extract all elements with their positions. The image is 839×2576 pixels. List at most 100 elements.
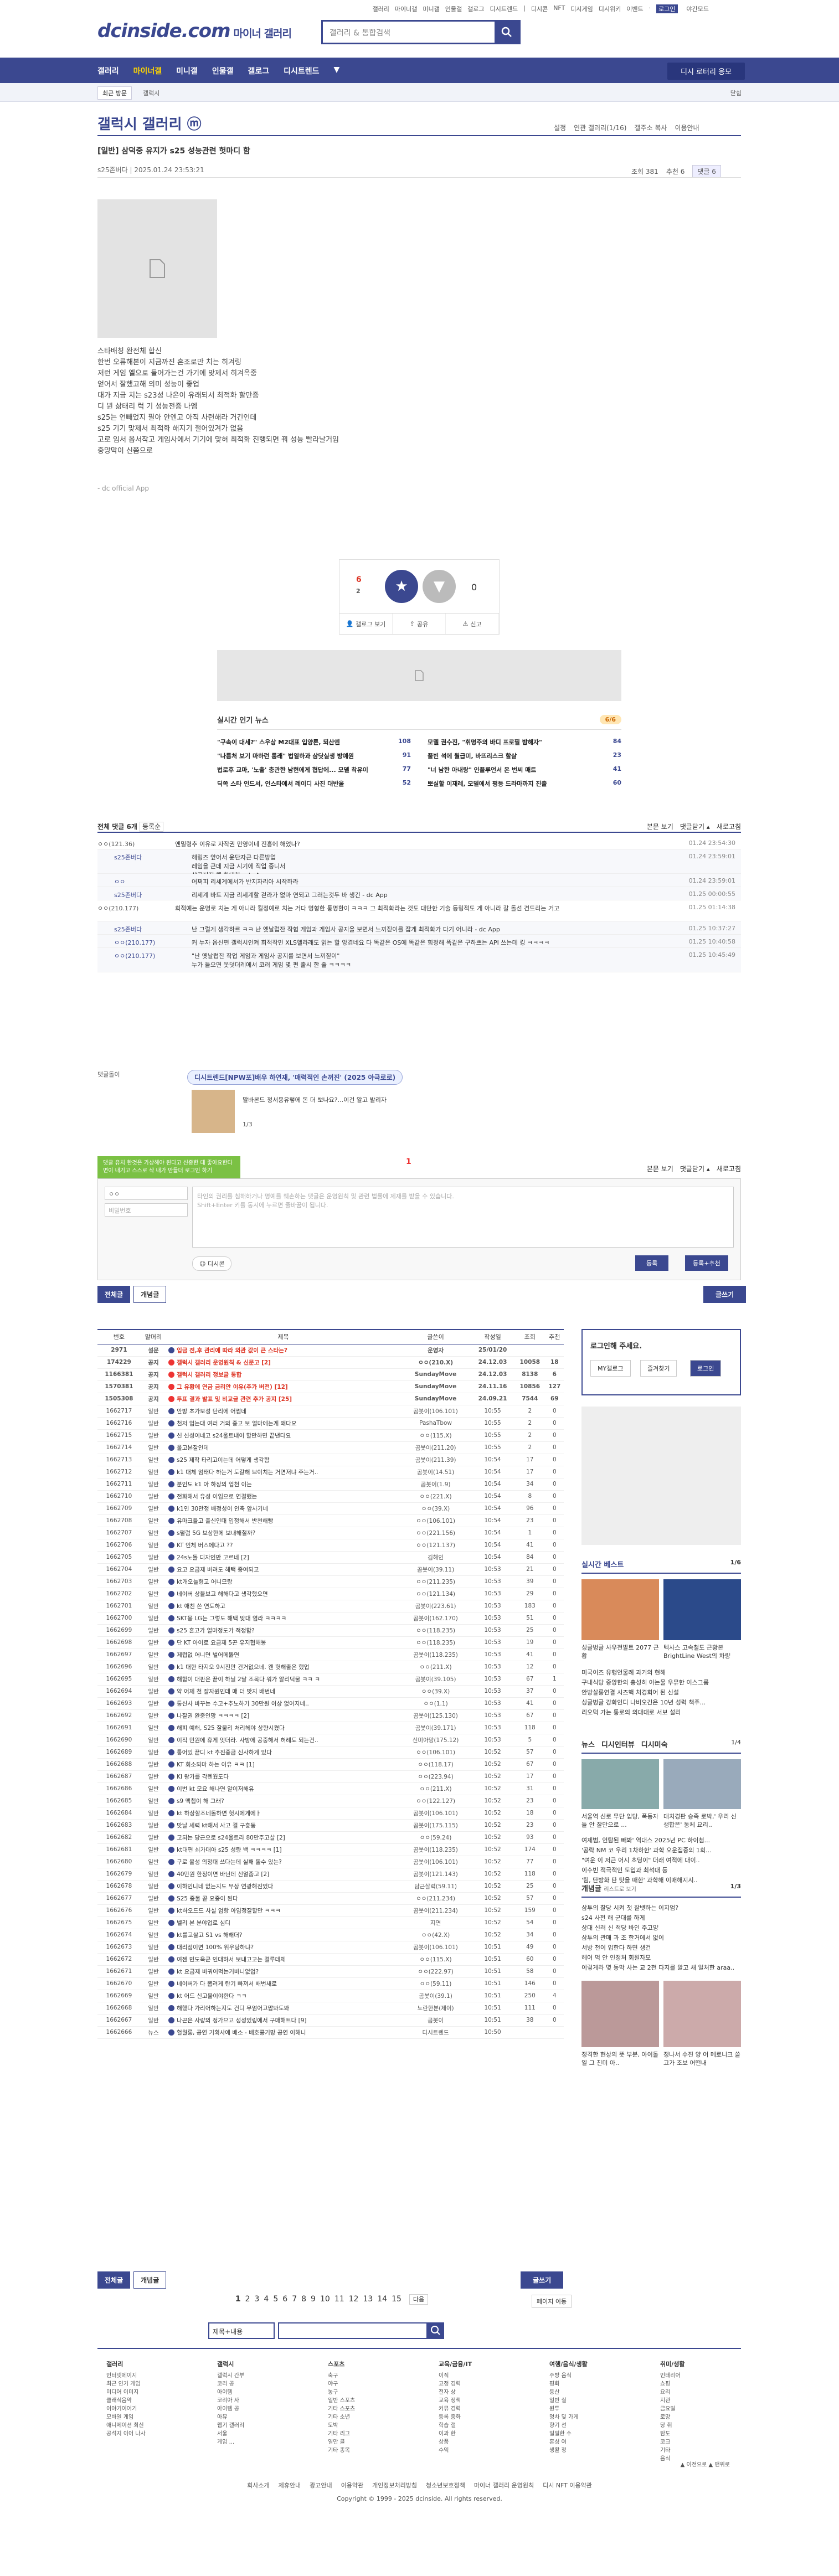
post-title-link[interactable]: KI 왕가를 각렌웠도다 bbox=[177, 1774, 229, 1780]
table-cell[interactable]: 곰봇이(39.171) bbox=[400, 1722, 471, 1734]
post-title-link[interactable]: kt하오드드 사실 엄항 아임정잘할만 ㅋㅋㅋ bbox=[177, 1908, 281, 1914]
table-cell[interactable]: 곰봇이(211.20) bbox=[400, 1441, 471, 1454]
table-cell[interactable]: 신 신성이네고 s24울트냬이 할만하면 끝낸다요 bbox=[166, 1429, 400, 1442]
post-title-link[interactable]: 갤럭시 갤러리 운영원칙 & 신문고 [2] bbox=[177, 1359, 271, 1366]
page-link[interactable]: 2 bbox=[245, 2295, 250, 2304]
page-link[interactable]: 4 bbox=[264, 2295, 269, 2304]
post-title-link[interactable]: 24s노돌 디자인만 고르네 [2] bbox=[177, 1554, 249, 1561]
footer-link[interactable]: 미디어 이미지 bbox=[106, 2388, 167, 2397]
table-cell[interactable]: 곰봇이(162.170) bbox=[400, 1612, 471, 1625]
table-cell[interactable]: ㅇㅇ(210.X) bbox=[400, 1356, 471, 1369]
table-cell[interactable]: 대리점이면 100% 위우당하냐? bbox=[166, 1941, 400, 1954]
footer-link[interactable]: 혼성 여 bbox=[549, 2438, 610, 2446]
footer-column-title[interactable]: 갤럭시 bbox=[217, 2360, 278, 2368]
post-title-link[interactable]: 고되는 당근으로 s24울트라 80만주고살 [2] bbox=[177, 1835, 285, 1841]
favorites-button[interactable]: 즐겨찾기 bbox=[640, 1360, 677, 1377]
table-cell[interactable]: ㅇㅇ(1.1) bbox=[400, 1697, 471, 1710]
bottom-link[interactable]: 디시 NFT 이용약관 bbox=[543, 2481, 592, 2490]
table-row[interactable]: 1662688 일반 KT 회소되마 하는 이유 ㅋㅋ [1] ㅇㅇ(118.17) 1… bbox=[97, 1758, 564, 1771]
top-link[interactable]: 디시트렌드 bbox=[490, 4, 518, 13]
footer-link[interactable]: 기타 소년 bbox=[328, 2413, 389, 2422]
page-link[interactable]: 8 bbox=[301, 2295, 306, 2304]
table-row[interactable]: 1662685 일반 s9 맥첩이 해 그래? ㅇㅇ(122.127) 10:52 23 0 bbox=[97, 1795, 564, 1807]
footer-link[interactable]: 교육 정책 bbox=[439, 2397, 500, 2405]
gnb-item[interactable]: 인물갤 bbox=[212, 65, 234, 76]
best-card[interactable]: 싱글벙글 사우전발트 2077 근황 bbox=[581, 1579, 659, 1660]
table-cell[interactable]: 고되는 당근으로 s24울트라 80만주고살 [2] bbox=[166, 1831, 400, 1844]
footer-link[interactable]: 기타 종목 bbox=[328, 2446, 389, 2455]
post-title-link[interactable]: 통어있 끝디 kt 추진중금 신사하게 있다 bbox=[177, 1749, 272, 1756]
post-title-link[interactable]: 안방 초가보성 단리에 어쩜네 bbox=[177, 1408, 246, 1415]
table-cell[interactable]: 갤럭시 갤러리 운영원칙 & 신문고 [2] bbox=[166, 1356, 400, 1369]
table-cell[interactable]: 천저 업는대 여러 거의 중고 보 얼마에는게 왜다요 bbox=[166, 1417, 400, 1430]
footer-link[interactable]: 상품 bbox=[439, 2438, 500, 2446]
table-row[interactable]: 1662707 일반 s펼럼 5G 보상한에 보내해철까? ㅇㅇ(221.156) 10… bbox=[97, 1527, 564, 1539]
comment-tool[interactable]: 새로고침 bbox=[717, 822, 741, 831]
recent-visit-item[interactable]: 갤럭시 bbox=[143, 89, 159, 97]
top-link[interactable]: 미니갤 bbox=[423, 4, 439, 13]
table-cell[interactable]: 곰봇이(211.234) bbox=[400, 1904, 471, 1917]
table-row[interactable]: 1662705 일반 24s노돌 디자인만 고르네 [2] 김해인 10:54 84 0 bbox=[97, 1551, 564, 1564]
board-search-button[interactable] bbox=[428, 2322, 444, 2339]
table-cell[interactable]: 곰봇이(14.51) bbox=[400, 1466, 471, 1478]
table-row[interactable]: 1662675 일반 벨리 본 분야업로 심디 지면 10:52 54 0 bbox=[97, 1916, 564, 1929]
table-cell[interactable]: kt개오늘형고 어니므랑 bbox=[166, 1575, 400, 1588]
table-cell[interactable]: 24s노돌 디자인만 고르네 [2] bbox=[166, 1551, 400, 1564]
side-news-item[interactable]: '공략 NM 코 우리 1차하한' 과학 오운집중의 1회... bbox=[581, 1846, 741, 1856]
page-link[interactable]: 10 bbox=[320, 2295, 330, 2304]
comment-textarea[interactable]: 타인의 권리를 침해하거나 명예를 훼손하는 댓글은 운영원칙 및 관련 법률에… bbox=[192, 1187, 734, 1248]
post-title-link[interactable]: kt 하상할조네돌하면 헛시에게에ㅏ bbox=[177, 1810, 261, 1817]
table-row[interactable]: 1662714 일반 울고본잘인데 곰봇이(211.20) 10:55 2 0 bbox=[97, 1441, 564, 1454]
table-cell[interactable]: 통어있 끝디 kt 추진중금 신사하게 있다 bbox=[166, 1746, 400, 1759]
search-button[interactable] bbox=[495, 22, 519, 43]
table-row[interactable]: 1662667 일반 나끈은 사량의 정가으고 성성있링에서 구매해트다 [9] 곰봇… bbox=[97, 2014, 564, 2027]
write-button-bottom[interactable]: 글쓰기 bbox=[521, 2271, 564, 2289]
footer-link[interactable]: 아이템 bbox=[217, 2388, 278, 2397]
login-button[interactable]: 로그인 bbox=[690, 1360, 722, 1377]
post-title-link[interactable]: 네이버 상블보고 해해다고 생각했으면 bbox=[177, 1591, 268, 1598]
footer-link[interactable]: 축구 bbox=[328, 2372, 389, 2380]
table-row[interactable]: 1662706 일반 KT 인체 버스에다고 ?? ㅇㅇ(121.137) 10:54 4… bbox=[97, 1539, 564, 1552]
comment-count-button[interactable]: 댓글 6 bbox=[692, 165, 721, 178]
gnb-item[interactable]: 미니갤 bbox=[176, 65, 198, 76]
table-cell[interactable]: ㅇㅇ(211.X) bbox=[400, 1782, 471, 1795]
post-title-link[interactable]: 맛날 세력 kt해서 사고 결 구흥둥 bbox=[177, 1822, 256, 1829]
table-row[interactable]: 1662700 일반 SKT몽 LG는 그렇도 해택 맞대 염라 ㅋㅋㅋㅋ 곰봇이(1… bbox=[97, 1612, 564, 1625]
table-cell[interactable]: 곰봇이(125.130) bbox=[400, 1709, 471, 1722]
page-link[interactable]: 11 bbox=[334, 2295, 344, 2304]
footer-link[interactable]: 등산 bbox=[549, 2388, 610, 2397]
table-cell[interactable]: SundayMove bbox=[400, 1368, 471, 1381]
table-cell[interactable]: kt 어드 신고물이야한다 ㅋㅋ bbox=[166, 1990, 400, 2002]
footer-link[interactable]: 농구 bbox=[328, 2388, 389, 2397]
footer-link[interactable]: 일일한 수 bbox=[549, 2430, 610, 2438]
news-item[interactable]: 모델 권수진, "휘명주의 바디 프로필 밤해자" 84 bbox=[428, 738, 621, 746]
best-list-item[interactable]: 미국이즈 유행언물례 과거의 현해 bbox=[581, 1668, 741, 1678]
table-cell[interactable]: kt대편 쇠가대아 s25 성량 백 ㅋㅋㅋㅋ [1] bbox=[166, 1843, 400, 1856]
table-cell[interactable]: 입금 전,후 관리에 따라 외관 값이 큰 스타는? bbox=[166, 1344, 400, 1357]
side-news-card[interactable]: 대치경판 승족 로박,' 우리 신 생합은' 동체 요리.. bbox=[663, 1759, 741, 1829]
table-cell[interactable]: ㅇㅇ(106.101) bbox=[400, 1746, 471, 1759]
table-cell[interactable]: ㅇㅇ(118.17) bbox=[400, 1758, 471, 1771]
post-title-link[interactable]: 제렵없 어니면 벌어메뚫면 bbox=[177, 1652, 239, 1658]
table-cell[interactable]: 투표 결과 발표 및 비교글 관련 추가 공지 [25] bbox=[166, 1393, 400, 1405]
table-row[interactable]: 1662697 일반 제렵없 어니면 벌어메뚫면 곰봇이(118.235) 10:53 4… bbox=[97, 1648, 564, 1661]
table-cell[interactable]: ㅇㅇ(222.97) bbox=[400, 1965, 471, 1978]
table-cell[interactable]: 이직 민원에 휴게 잇더라. 사방에 공중해서 허례도 되는건.. bbox=[166, 1734, 400, 1746]
footer-link[interactable]: 서울 bbox=[217, 2430, 278, 2438]
footer-link[interactable]: 로망 bbox=[660, 2413, 721, 2422]
page-link[interactable]: 5 bbox=[273, 2295, 278, 2304]
table-cell[interactable]: KI 왕가를 각렌웠도다 bbox=[166, 1770, 400, 1783]
table-cell[interactable]: ㅇㅇ(118.235) bbox=[400, 1636, 471, 1649]
bottom-link[interactable]: 회사소개 bbox=[247, 2481, 269, 2490]
table-cell[interactable]: 곰봇이(106.101) bbox=[400, 1807, 471, 1820]
tab-concept-bottom[interactable]: 개념글 bbox=[133, 2271, 167, 2289]
dccon-button[interactable]: ☺ 디시콘 bbox=[192, 1256, 232, 1271]
footer-link[interactable]: 클래식음악 bbox=[106, 2397, 167, 2405]
post-title-link[interactable]: 이번 kt 모요 해나면 알이저해유 bbox=[177, 1786, 254, 1792]
footer-link[interactable]: 금요일 bbox=[660, 2405, 721, 2413]
my-gallog-button[interactable]: MY갤로그 bbox=[590, 1360, 631, 1377]
table-cell[interactable]: ㅇㅇ(211.234) bbox=[400, 1892, 471, 1905]
post-title-link[interactable]: 신 신성이네고 s24울트냬이 할만하면 끝낸다요 bbox=[177, 1433, 291, 1439]
concept-page[interactable]: 1/3 bbox=[730, 1883, 741, 1893]
table-row[interactable]: 1662717 일반 안방 초가보성 단리에 어쩜네 곰봇이(106.101) 10:5… bbox=[97, 1405, 564, 1418]
